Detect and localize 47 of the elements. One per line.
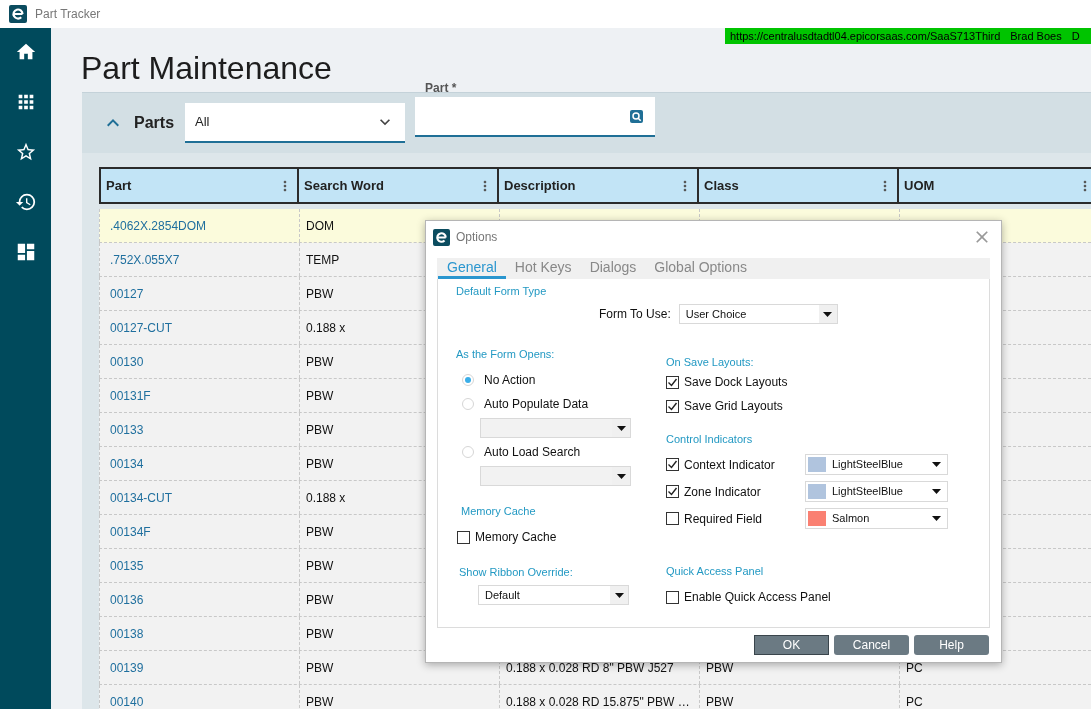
- table-cell-text: DOM: [306, 217, 334, 235]
- section-heading: Control Indicators: [666, 432, 754, 447]
- section-heading: Show Ribbon Override:: [459, 565, 574, 580]
- field-label: Part *: [424, 81, 458, 95]
- table-cell-text: PBW: [306, 387, 334, 405]
- checkbox-label: Required Field: [684, 510, 764, 528]
- table-cell-text: 0.188 x: [306, 319, 346, 337]
- table-cell-text: PBW: [306, 693, 334, 709]
- session-extra: D: [1071, 28, 1080, 44]
- table-cell-text: PBW: [306, 591, 334, 609]
- checkbox-label: Save Grid Layouts: [684, 398, 783, 415]
- table-cell-text: 0.188 x 0.028 RD 8" PBW J527: [506, 659, 674, 677]
- table-cell-text: PBW: [706, 693, 734, 709]
- section-heading: Memory Cache: [461, 504, 537, 519]
- table-cell-text: PBW: [306, 557, 334, 575]
- section-heading: Quick Access Panel: [666, 564, 765, 579]
- table-cell-text: PBW: [306, 353, 334, 371]
- table-cell-text: 0.188 x 0.028 RD 15.875" PBW …: [506, 693, 690, 709]
- checkbox-label: Context Indicator: [684, 456, 776, 474]
- table-cell-text: PBW: [306, 421, 334, 439]
- table-cell-text: PBW: [306, 285, 334, 303]
- table-cell-text: PBW: [306, 659, 334, 677]
- field-label: Form To Use:: [599, 306, 671, 323]
- radio-label: Auto Load Search: [484, 444, 581, 461]
- table-cell-text: PC: [906, 693, 923, 709]
- checkbox-label: Zone Indicator: [684, 483, 762, 501]
- table-cell-text: PBW: [706, 659, 734, 677]
- page-title: Part Maintenance: [81, 49, 332, 88]
- table-cell-text: PBW: [306, 523, 334, 541]
- table-cell-text: 0.188 x: [306, 489, 346, 507]
- table-cell-text: PC: [906, 659, 923, 677]
- checkbox-label: Memory Cache: [475, 529, 557, 546]
- table-cell-text: TEMP: [306, 251, 340, 269]
- radio-label: Auto Populate Data: [484, 396, 589, 413]
- radio-label: No Action: [484, 372, 536, 389]
- app-title: Part Tracker: [35, 6, 101, 23]
- table-cell-text: PBW: [306, 625, 334, 643]
- dialog-title: Options: [456, 229, 499, 246]
- table-cell-text: PBW: [306, 455, 334, 473]
- section-heading: On Save Layouts:: [666, 355, 755, 370]
- session-url: https://centralusdtadtl04.epicorsaas.com/SaaS713Third: [730, 28, 1001, 44]
- user-name: Brad Boes: [1010, 28, 1062, 44]
- checkbox-label: Save Dock Layouts: [684, 374, 788, 391]
- section-heading: Default Form Type: [456, 284, 548, 299]
- panel-title: Parts: [134, 113, 175, 133]
- section-heading: As the Form Opens:: [456, 347, 556, 362]
- checkbox-label: Enable Quick Access Panel: [684, 589, 831, 606]
